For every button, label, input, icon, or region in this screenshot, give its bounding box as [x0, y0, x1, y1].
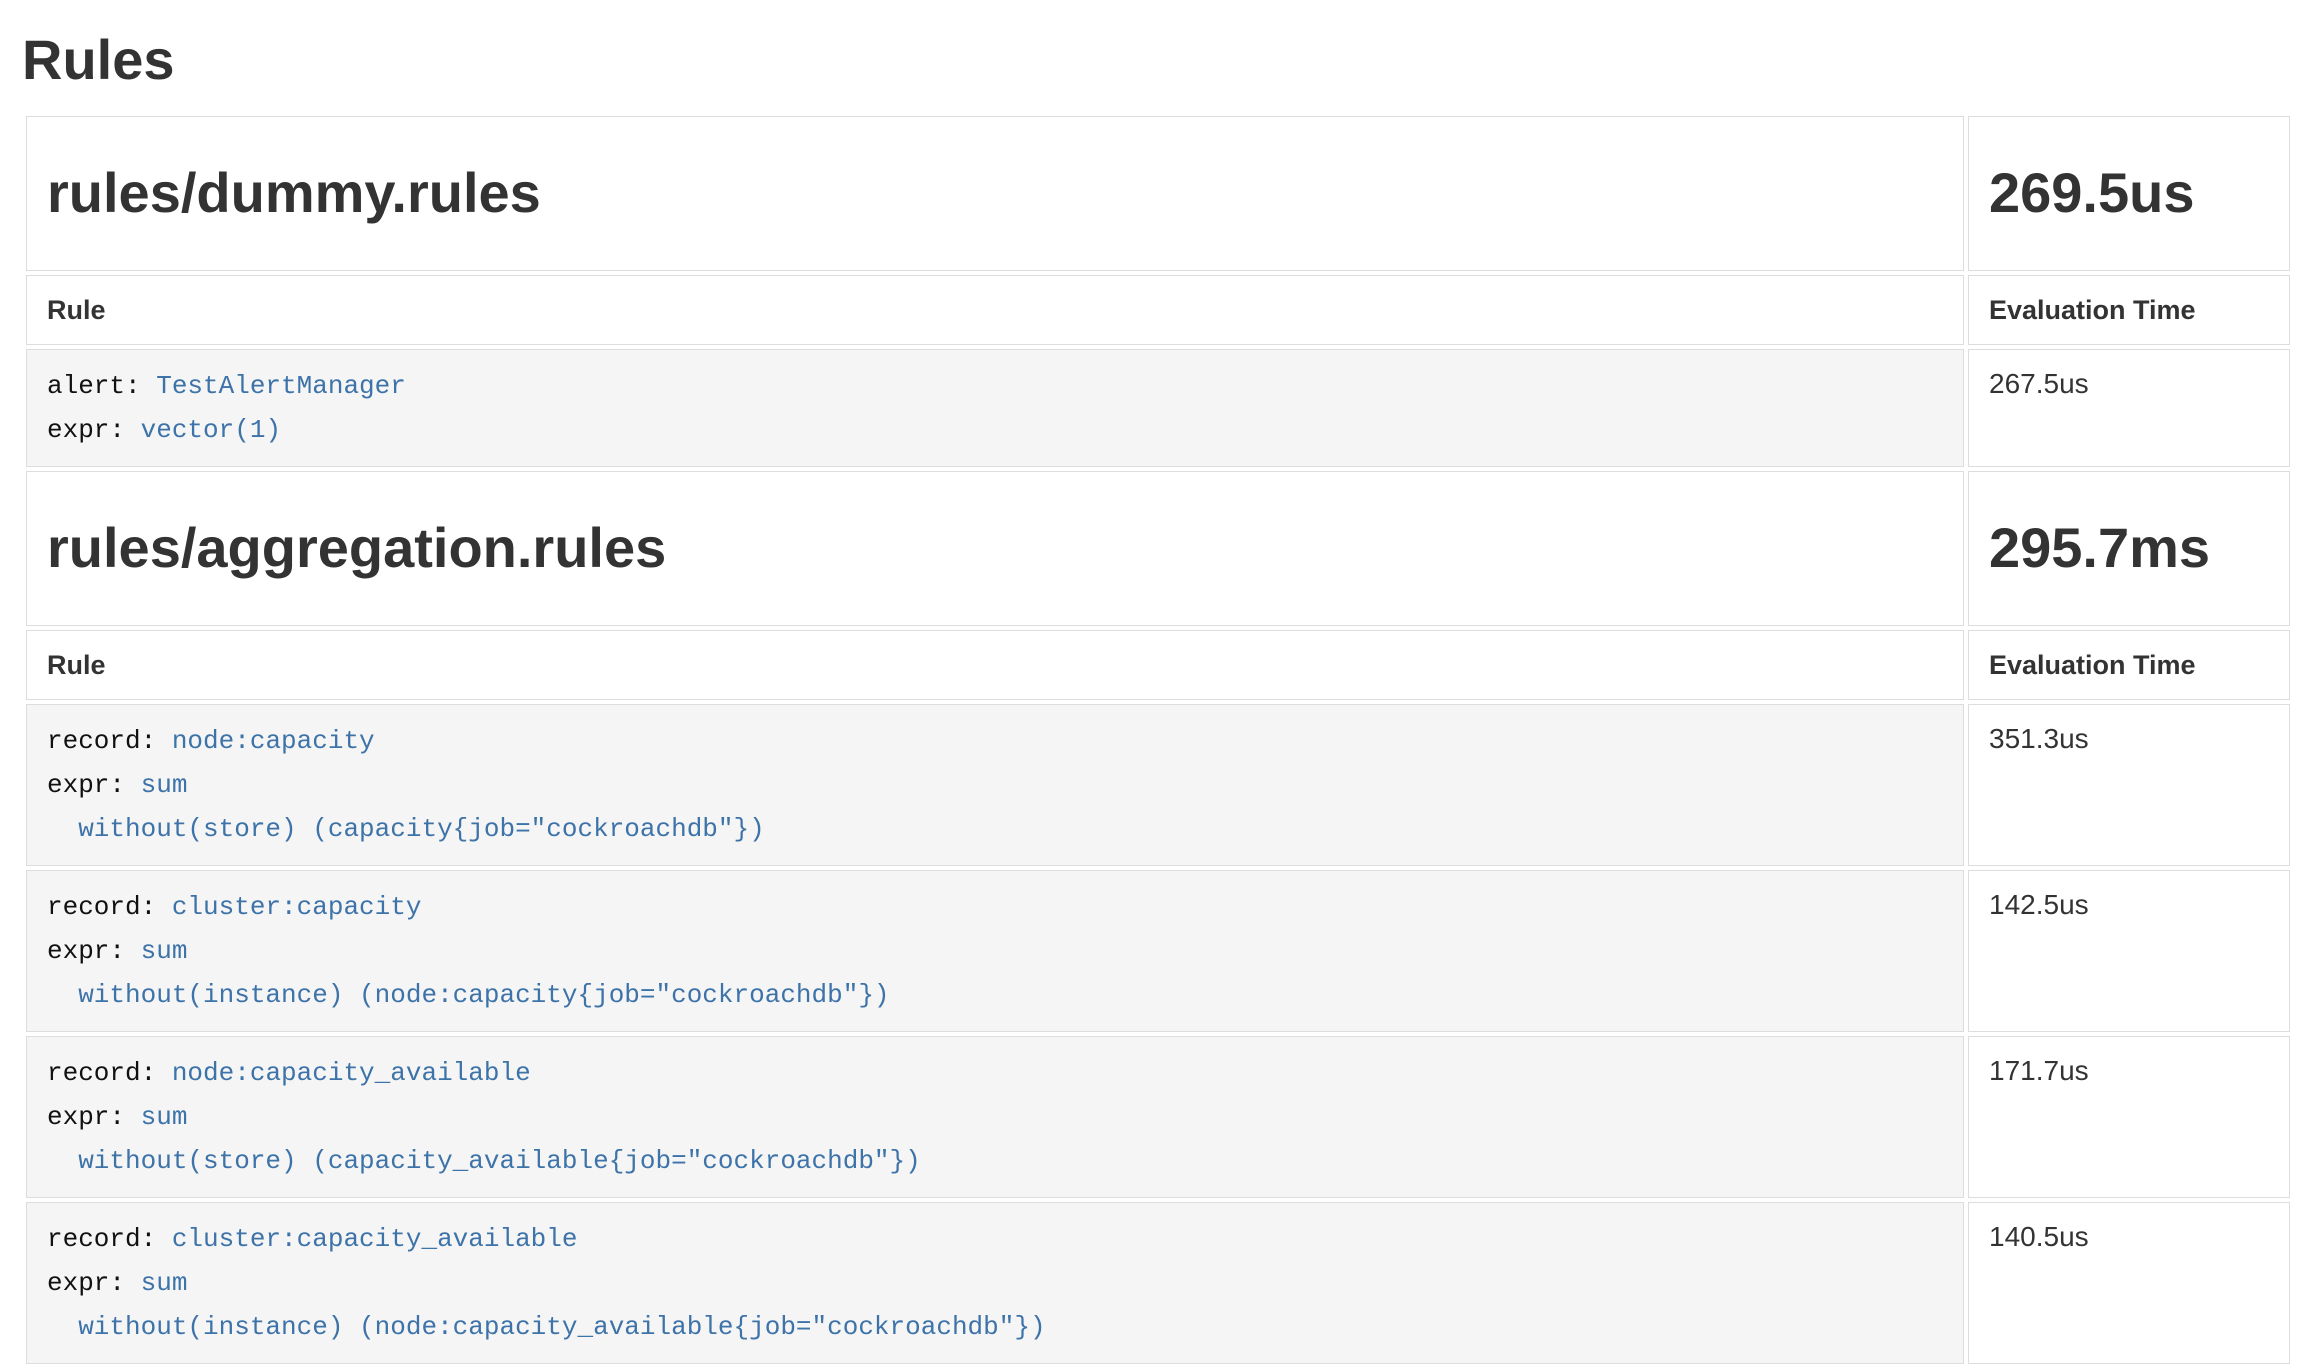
- rule-key-label: record:: [47, 1224, 172, 1254]
- group-eval-time-cell: 269.5us: [1968, 116, 2290, 270]
- rule-eval-time: 142.5us: [1968, 870, 2290, 1032]
- rules-table: rules/dummy.rules 269.5us Rule Evaluatio…: [22, 112, 2294, 1368]
- rule-eval-time: 267.5us: [1968, 349, 2290, 467]
- rule-key-label: alert:: [47, 371, 156, 401]
- rule-key-label: record:: [47, 726, 172, 756]
- rule-eval-time: 140.5us: [1968, 1202, 2290, 1364]
- record-name-link[interactable]: node:capacity: [172, 726, 375, 756]
- rule-code: alert: TestAlertManager expr: vector(1): [47, 364, 1943, 452]
- group-name: rules/aggregation.rules: [47, 516, 1943, 580]
- group-eval-time: 269.5us: [1989, 161, 2269, 225]
- rule-definition-cell: alert: TestAlertManager expr: vector(1): [26, 349, 1964, 467]
- group-eval-time: 295.7ms: [1989, 516, 2269, 580]
- rules-page: Rules rules/dummy.rules 269.5us Rule Eva…: [0, 0, 2316, 1368]
- rule-code: record: node:capacity expr: sum without(…: [47, 719, 1943, 851]
- rule-code: record: cluster:capacity_available expr:…: [47, 1217, 1943, 1349]
- rule-key-label: record:: [47, 1058, 172, 1088]
- rule-expr-link[interactable]: vector(1): [141, 415, 281, 445]
- column-header-row: Rule Evaluation Time: [26, 630, 2290, 700]
- group-eval-time-cell: 295.7ms: [1968, 471, 2290, 625]
- rule-column-header: Rule: [26, 630, 1964, 700]
- rule-eval-time: 351.3us: [1968, 704, 2290, 866]
- rule-key-label: expr:: [47, 415, 141, 445]
- rule-expr-link[interactable]: sum without(instance) (node:capacity{job…: [47, 936, 890, 1010]
- evaluation-time-column-header: Evaluation Time: [1968, 630, 2290, 700]
- rule-row: record: cluster:capacity expr: sum witho…: [26, 870, 2290, 1032]
- record-name-link[interactable]: cluster:capacity: [172, 892, 422, 922]
- column-header-row: Rule Evaluation Time: [26, 275, 2290, 345]
- rule-definition-cell: record: node:capacity_available expr: su…: [26, 1036, 1964, 1198]
- page-title: Rules: [22, 28, 2294, 92]
- group-name-cell: rules/aggregation.rules: [26, 471, 1964, 625]
- group-header-row: rules/dummy.rules 269.5us: [26, 116, 2290, 270]
- record-name-link[interactable]: node:capacity_available: [172, 1058, 531, 1088]
- rule-expr-link[interactable]: sum without(store) (capacity_available{j…: [47, 1102, 921, 1176]
- rule-definition-cell: record: cluster:capacity expr: sum witho…: [26, 870, 1964, 1032]
- rule-key-label: expr:: [47, 936, 141, 966]
- rule-expr-link[interactable]: sum without(instance) (node:capacity_ava…: [47, 1268, 1046, 1342]
- rule-eval-time: 171.7us: [1968, 1036, 2290, 1198]
- rule-key-label: expr:: [47, 770, 141, 800]
- rule-key-label: expr:: [47, 1268, 141, 1298]
- record-name-link[interactable]: cluster:capacity_available: [172, 1224, 578, 1254]
- group-header-row: rules/aggregation.rules 295.7ms: [26, 471, 2290, 625]
- group-name: rules/dummy.rules: [47, 161, 1943, 225]
- rule-row: alert: TestAlertManager expr: vector(1) …: [26, 349, 2290, 467]
- rule-row: record: node:capacity expr: sum without(…: [26, 704, 2290, 866]
- rule-definition-cell: record: node:capacity expr: sum without(…: [26, 704, 1964, 866]
- rule-code: record: cluster:capacity expr: sum witho…: [47, 885, 1943, 1017]
- rule-expr-link[interactable]: sum without(store) (capacity{job="cockro…: [47, 770, 765, 844]
- rule-column-header: Rule: [26, 275, 1964, 345]
- evaluation-time-column-header: Evaluation Time: [1968, 275, 2290, 345]
- alert-name-link[interactable]: TestAlertManager: [156, 371, 406, 401]
- rule-row: record: node:capacity_available expr: su…: [26, 1036, 2290, 1198]
- rule-key-label: expr:: [47, 1102, 141, 1132]
- group-name-cell: rules/dummy.rules: [26, 116, 1964, 270]
- rule-key-label: record:: [47, 892, 172, 922]
- rule-row: record: cluster:capacity_available expr:…: [26, 1202, 2290, 1364]
- rule-code: record: node:capacity_available expr: su…: [47, 1051, 1943, 1183]
- rule-definition-cell: record: cluster:capacity_available expr:…: [26, 1202, 1964, 1364]
